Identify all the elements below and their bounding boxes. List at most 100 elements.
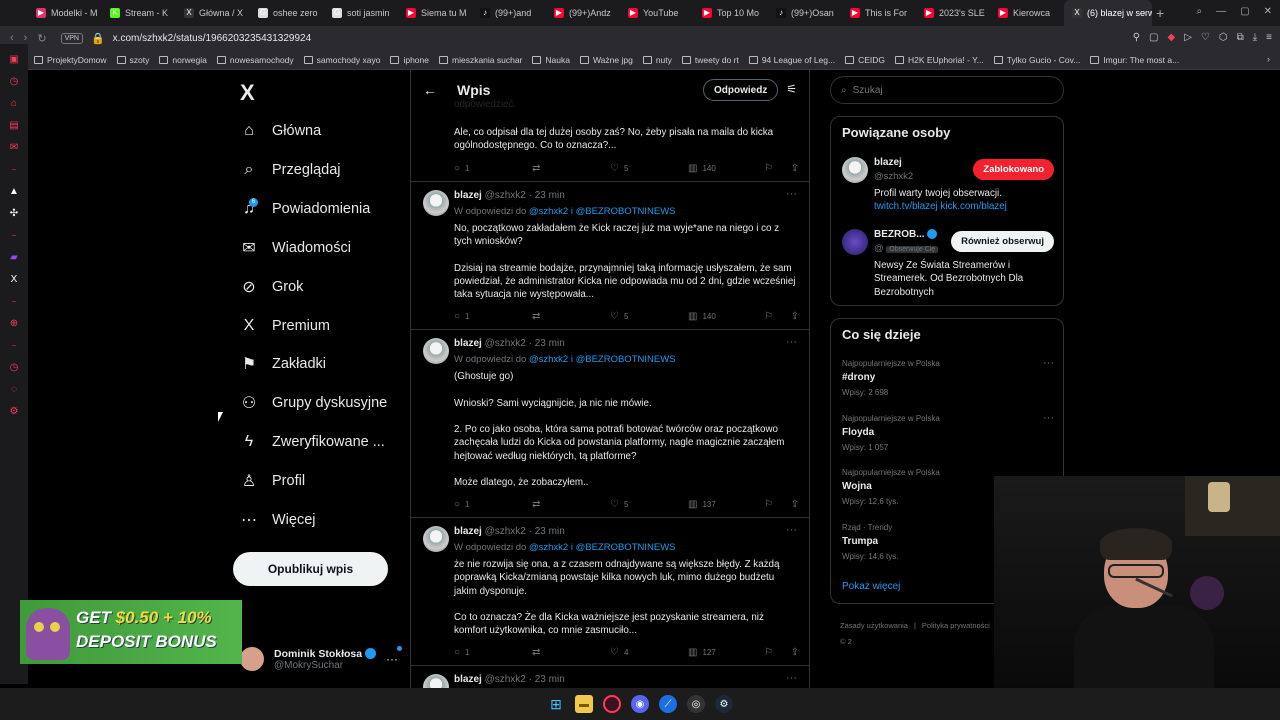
bookmark-item[interactable]: szoty [116,55,149,65]
url-text[interactable]: x.com/szhxk2/status/1966203235431329924 [113,33,311,44]
twitch-sidebar-icon[interactable]: ▰ [0,246,28,268]
retweet-action[interactable]: ⇄ [532,311,610,322]
browser-tab[interactable]: ▶ Top 10 Mo [694,0,768,26]
bookmark-icon[interactable]: ⚐ [764,647,773,658]
trend-item[interactable]: Najpopularniejsze w Polska #drony Wpisy: 2… [842,357,1054,397]
more-icon[interactable]: ··· [1043,357,1054,369]
mail-sidebar-icon[interactable]: ✉ [0,136,28,158]
vpn-badge[interactable]: VPN [60,32,83,44]
bookmark-item[interactable]: Ważne jpg [579,55,633,65]
browser-tab[interactable]: ▶ YouTube [620,0,694,26]
reply-action[interactable]: ○ 1 [454,499,532,510]
bookmark-item[interactable]: 94 League of Leg... [748,55,835,65]
play-icon[interactable]: ▷ [1184,32,1192,43]
browser-tab[interactable]: ▶ Siema tu M [398,0,472,26]
browser-tab[interactable]: Goshee zero [250,0,324,26]
nav-item-person[interactable]: ♙ Profil [240,466,305,496]
search-tabs-icon[interactable]: ⌕ [1197,6,1203,17]
tweet-time[interactable]: 23 min [535,338,565,349]
ad-banner[interactable]: GET $0.50 + 10% DEPOSIT BONUS [20,600,242,664]
reply-action[interactable]: ○ 1 [454,163,532,174]
nav-item-bell[interactable]: ♫ 6 Powiadomienia [240,194,370,224]
avatar[interactable] [423,190,449,216]
blocked-button[interactable]: Zablokowano [973,159,1054,180]
author-name[interactable]: blazej [454,526,482,537]
browser-tab[interactable]: ♪ (99+)Osan [768,0,842,26]
opera-gx-icon[interactable] [603,695,621,713]
share-icon[interactable]: ⇪ [791,163,799,174]
more-icon[interactable]: ··· [786,336,797,348]
bookmark-item[interactable]: mieszkania suchar [439,55,522,65]
close-window-icon[interactable]: ✕ [1264,6,1272,17]
nav-item-home[interactable]: ⌂ Główna [240,116,321,146]
nav-item-bookmark[interactable]: ⚑ Zakładki [240,349,326,379]
account-switcher[interactable]: Dominik Stokłosa @MokrySuchar ··· [240,642,410,676]
x-logo-icon[interactable]: X [240,80,255,106]
share-icon[interactable]: ⇪ [791,499,799,510]
chatgpt-sidebar-icon[interactable]: ✣ [0,202,28,224]
steam-icon[interactable]: ⚙ [715,695,733,713]
tweet[interactable]: blazej @szhxk2 · 23 min ··· W odpowiedzi d… [411,330,809,518]
browser-tab[interactable]: ▶ 2023's SLE [916,0,990,26]
file-explorer-icon[interactable]: ▬ [575,695,593,713]
views-action[interactable]: ▥ 137 [688,499,766,510]
bookmark-item[interactable]: tweety do rt [681,55,739,65]
bookmark-item[interactable]: Nauka [532,55,570,65]
bookmark-item[interactable]: samochody xayo [303,55,380,65]
show-more-link[interactable]: Pokaż więcej [842,581,900,592]
windows-start-icon[interactable]: ⊞ [547,695,565,713]
tweet-time[interactable]: 23 min [535,674,565,685]
browser-tab[interactable]: ▶ (99+)Andz [546,0,620,26]
menu-icon[interactable]: ≡ [1266,32,1272,43]
bookmark-item[interactable]: H2K EUphoria! - Y... [895,55,984,65]
post-button[interactable]: Opublikuj wpis [233,552,388,586]
download-icon[interactable]: ⤓ [1253,32,1257,43]
bookmark-icon[interactable]: ⚐ [764,163,773,174]
youtube-sidebar-icon[interactable]: ▣ [0,48,28,70]
bookmark-icon[interactable]: ⚐ [764,311,773,322]
like-action[interactable]: ♡ 5 [610,163,688,174]
bookmark-item[interactable]: nuty [642,55,672,65]
nav-item-bolt[interactable]: ϟ Zweryfikowane ... [240,427,385,457]
bookmark-item[interactable]: nowesamochody [216,55,294,65]
shield-icon[interactable]: ◆ [1167,32,1175,43]
back-arrow-icon[interactable]: ← [423,82,437,98]
extensions-icon[interactable]: ⧉ [1237,32,1244,43]
search-input[interactable] [852,84,1033,96]
bookmark-item[interactable]: Imgur: The most a... [1090,55,1179,65]
tweet[interactable]: blazej @szhxk2 · 23 min ··· W odpowiedzi d… [411,182,809,330]
footer-link[interactable]: © 2 [840,637,852,646]
like-action[interactable]: ♡ 4 [610,647,688,658]
views-action[interactable]: ▥ 127 [688,647,766,658]
reload-icon[interactable]: ↻ [37,32,46,45]
filter-icon[interactable]: ⚟ [786,82,797,96]
more-icon[interactable]: ··· [786,524,797,536]
related-person[interactable]: BEZROB... @ Obserwuje Cię Również obserw… [842,229,1054,299]
retweet-action[interactable]: ⇄ [532,163,610,174]
tweet[interactable]: blazej @szhxk2 · 23 min ··· [411,666,809,690]
close-icon[interactable]: × [1143,8,1148,18]
history-sidebar-icon[interactable]: ◷ [0,70,28,92]
like-action[interactable]: ♡ 5 [610,311,688,322]
minimize-icon[interactable]: — [1216,6,1226,17]
more-icon[interactable]: ··· [786,672,797,684]
author-name[interactable]: blazej [454,674,482,685]
browser-tab[interactable]: ▶ Kierowca [990,0,1064,26]
avatar[interactable] [423,526,449,552]
new-tab-icon[interactable]: + [1156,5,1164,21]
bookmark-item[interactable]: Tylko Gucio - Cov... [993,55,1080,65]
bookmarks-more-icon[interactable]: › [1267,54,1270,64]
obs-icon[interactable]: ◎ [687,695,705,713]
nav-item-x[interactable]: X Premium [240,311,330,341]
browser-tab[interactable]: X Główna / X [176,0,250,26]
wallet-sidebar-icon[interactable]: ▤ [0,114,28,136]
bookmark-item[interactable]: CEIDG [845,55,885,65]
related-person[interactable]: blazej @szhxk2 Zablokowano Profil warty … [842,157,1054,217]
bookmark-icon[interactable]: ⚐ [764,499,773,510]
more-icon[interactable]: ··· [1043,412,1054,424]
tweet-time[interactable]: 23 min [535,190,565,201]
retweet-action[interactable]: ⇄ [532,647,610,658]
views-action[interactable]: ▥ 140 [688,311,766,322]
reply-mentions[interactable]: @szhxk2 i @BEZROBOTNINEWS [529,354,676,365]
trend-item[interactable]: Najpopularniejsze w Polska Floyda Wpisy: 1… [842,412,1054,452]
